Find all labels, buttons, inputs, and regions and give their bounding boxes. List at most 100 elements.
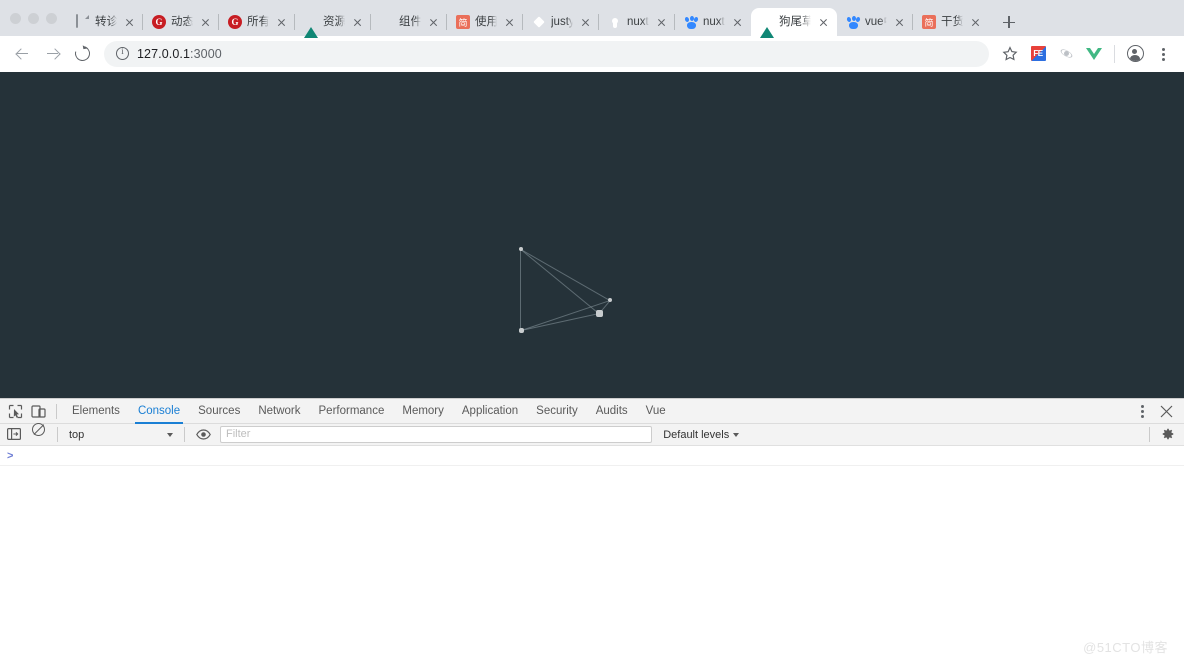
tab-title: nuxt中文 [703, 16, 725, 28]
console-prompt-input[interactable] [19, 450, 1176, 463]
console-sidebar-toggle-icon[interactable] [3, 423, 26, 446]
browser-tab[interactable]: G 动态 - 码 [143, 8, 219, 36]
browser-tab[interactable]: nuxt中文 [675, 8, 751, 36]
tab-close-icon[interactable] [892, 15, 907, 30]
tab-close-icon[interactable] [274, 15, 289, 30]
github-icon [608, 15, 622, 29]
particle-link [520, 249, 521, 330]
browser-toolbar: 127.0.0.1:3000 FE [0, 36, 1184, 72]
tab-close-icon[interactable] [502, 15, 517, 30]
browser-tab[interactable]: 资源文档 [295, 8, 371, 38]
devtools-settings-gear-icon[interactable] [1157, 423, 1180, 446]
tab-title: 使用Nu [475, 16, 497, 28]
element-ui-icon [380, 15, 394, 29]
tab-elements[interactable]: Elements [63, 399, 129, 424]
address-bar[interactable]: 127.0.0.1:3000 [104, 40, 989, 67]
browser-tab[interactable]: nuxt.js [599, 8, 675, 36]
back-button[interactable] [8, 40, 36, 68]
tab-security[interactable]: Security [527, 399, 587, 424]
tab-title: vue中_百 [865, 16, 887, 28]
window-controls[interactable] [8, 0, 67, 36]
react-devtools-icon[interactable] [1053, 41, 1079, 67]
browser-tab[interactable]: 转诊详情 [67, 8, 143, 36]
inspect-element-icon[interactable] [4, 400, 27, 423]
tab-title: justyeh [551, 16, 573, 28]
tab-title: 狗尾草的 [779, 16, 811, 28]
clear-console-icon[interactable] [27, 423, 50, 446]
toolbar-divider [1114, 44, 1115, 63]
browser-tab[interactable]: vue中_百 [837, 8, 913, 36]
nuxt-icon [304, 15, 318, 38]
browser-tab[interactable]: 简 干货：从 [913, 8, 989, 36]
particle-node [595, 309, 603, 317]
document-icon [76, 14, 90, 29]
tab-close-icon[interactable] [578, 15, 593, 30]
window-minimize-button[interactable] [28, 12, 39, 24]
profile-avatar[interactable] [1122, 41, 1148, 67]
devtools-tab-bar: Elements Console Sources Network Perform… [0, 399, 1184, 424]
devtools-close-icon[interactable] [1155, 400, 1178, 423]
tab-close-icon[interactable] [968, 15, 983, 30]
site-info-icon[interactable] [116, 46, 129, 60]
tab-close-icon[interactable] [122, 15, 137, 30]
tab-close-icon[interactable] [350, 15, 365, 30]
live-expression-eye-icon[interactable] [192, 423, 215, 446]
reload-button[interactable] [68, 40, 96, 68]
tab-vue[interactable]: Vue [637, 399, 675, 424]
tab-close-icon[interactable] [426, 15, 441, 30]
tab-title: nuxt.js [627, 16, 649, 28]
browser-tab[interactable]: G 所有分类 [219, 8, 295, 36]
window-maximize-button[interactable] [46, 12, 57, 24]
url-port: :3000 [190, 46, 222, 61]
particles-canvas[interactable] [0, 72, 1184, 398]
console-levels-select[interactable]: Default levels [657, 429, 745, 441]
tab-network[interactable]: Network [249, 399, 309, 424]
tab-title: 动态 - 码 [171, 16, 193, 28]
browser-tab[interactable]: 组件 | El [371, 8, 447, 36]
vue-devtools-icon[interactable] [1081, 41, 1107, 67]
tab-title: 所有分类 [247, 16, 269, 28]
tab-memory[interactable]: Memory [393, 399, 453, 424]
console-toolbar-divider [184, 427, 185, 442]
forward-button[interactable] [38, 40, 66, 68]
console-filter-input[interactable]: Filter [220, 426, 653, 443]
nuxt-icon [760, 15, 774, 38]
page-viewport [0, 72, 1184, 398]
tab-title: 干货：从 [941, 16, 963, 28]
execution-context-value: top [69, 428, 85, 441]
chevron-down-icon [167, 432, 173, 437]
new-tab-button[interactable] [995, 8, 1023, 36]
tab-close-icon[interactable] [654, 15, 669, 30]
particle-link [520, 249, 610, 301]
devtools-divider [56, 403, 57, 419]
browser-tab-active[interactable]: 狗尾草的 [751, 8, 837, 38]
console-output[interactable]: > [0, 446, 1184, 576]
devtools-more-icon[interactable] [1132, 400, 1155, 423]
tab-audits[interactable]: Audits [587, 399, 637, 424]
console-prompt-row[interactable]: > [0, 446, 1184, 466]
page-footer-area: @51CTO博客 [0, 576, 1184, 666]
particle-node [608, 298, 612, 302]
chevron-down-icon [733, 432, 740, 437]
fe-extension-icon[interactable]: FE [1025, 41, 1051, 67]
execution-context-select[interactable]: top [65, 426, 177, 444]
tab-title: 转诊详情 [95, 16, 117, 28]
tab-close-icon[interactable] [198, 15, 213, 30]
tab-application[interactable]: Application [453, 399, 527, 424]
tab-close-icon[interactable] [730, 15, 745, 30]
browser-tab[interactable]: 简 使用Nu [447, 8, 523, 36]
baidu-icon [846, 15, 861, 29]
particle-node [519, 247, 523, 251]
juejin-icon [532, 15, 546, 29]
window-close-button[interactable] [10, 12, 21, 24]
tab-sources[interactable]: Sources [189, 399, 249, 424]
chrome-menu-icon[interactable] [1150, 41, 1176, 67]
tab-close-icon[interactable] [816, 15, 831, 30]
bookmark-star-icon[interactable] [997, 41, 1023, 67]
tab-title: 组件 | El [399, 16, 421, 28]
tab-console[interactable]: Console [129, 399, 189, 424]
watermark-text: @51CTO博客 [1083, 640, 1168, 655]
browser-tab[interactable]: justyeh [523, 8, 599, 36]
device-toolbar-icon[interactable] [27, 400, 50, 423]
tab-performance[interactable]: Performance [310, 399, 394, 424]
